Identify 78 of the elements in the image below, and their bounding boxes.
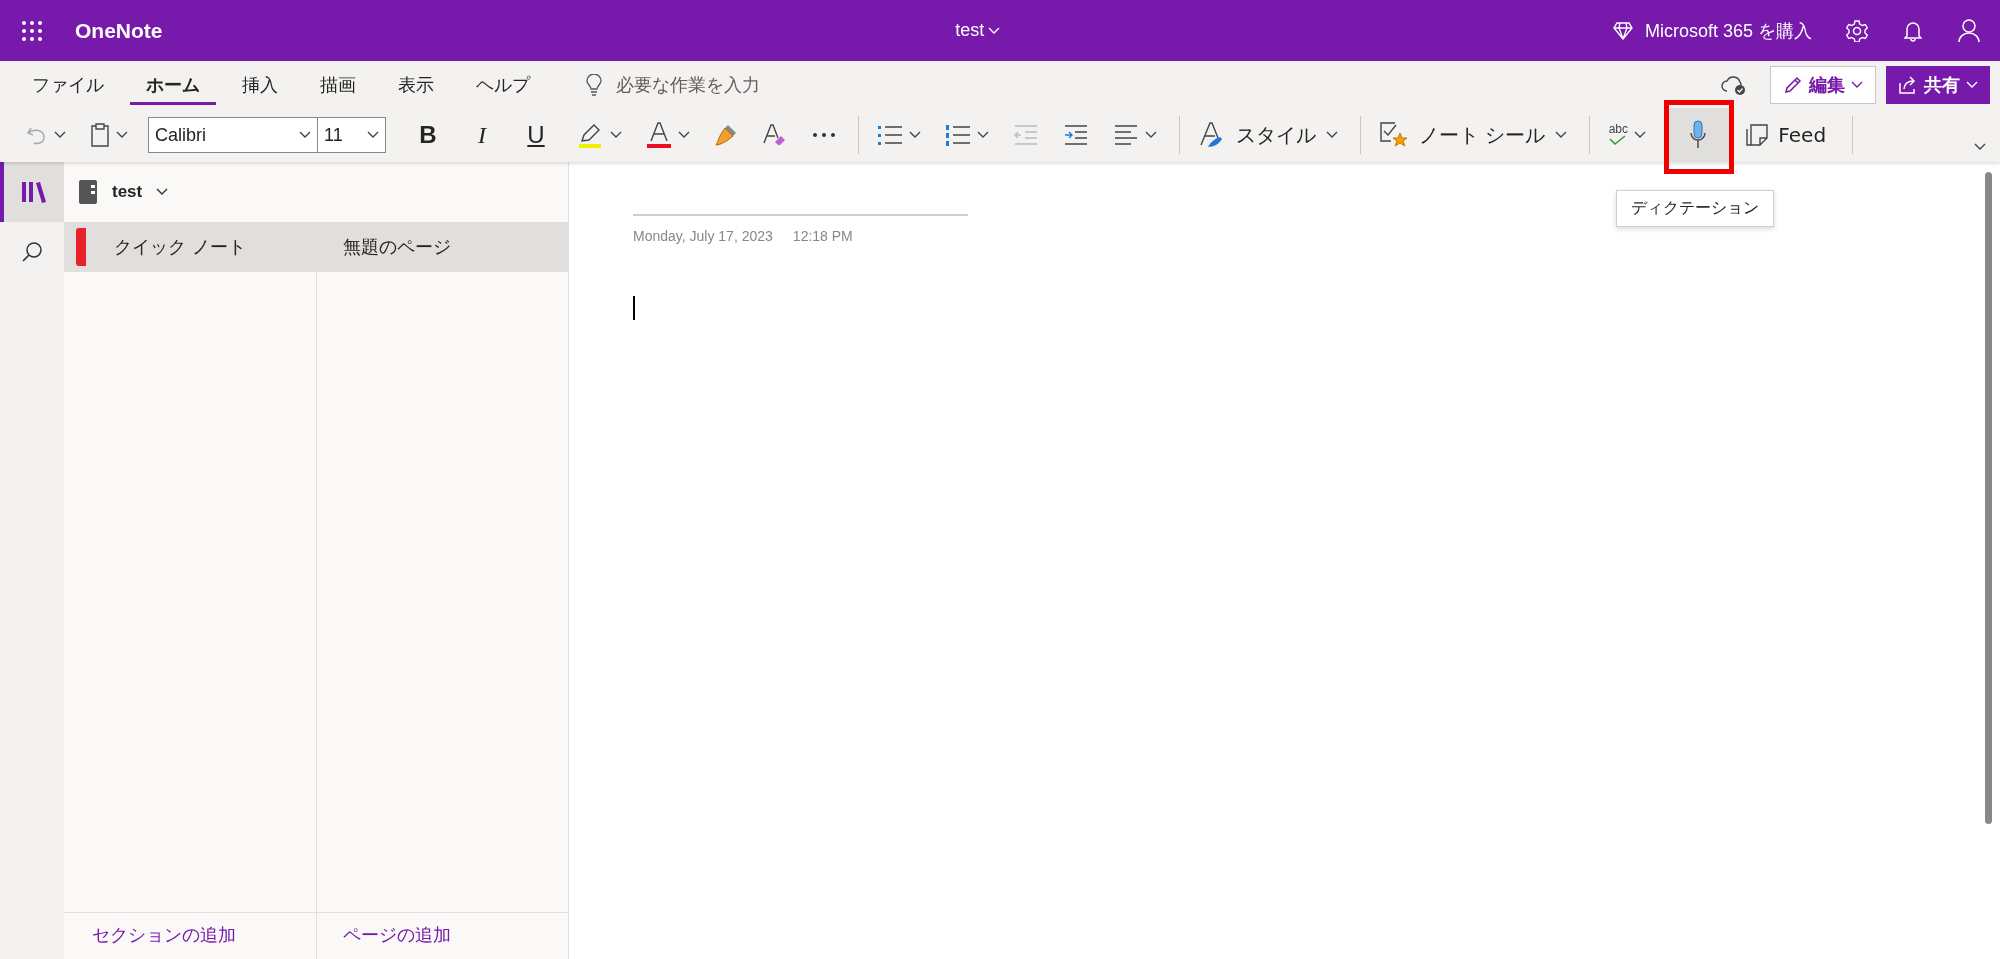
notebook-selector[interactable]: test: [64, 162, 568, 222]
font-color-icon: [646, 121, 672, 149]
italic-button[interactable]: I: [460, 115, 504, 155]
notebook-icon: [78, 179, 98, 205]
books-icon: [21, 181, 47, 203]
ribbon-tab[interactable]: 挿入: [226, 64, 294, 105]
chevron-down-icon: [1851, 80, 1863, 89]
notebook-name: test: [112, 182, 143, 202]
chevron-down-icon: [367, 131, 379, 139]
clipboard-icon: [90, 123, 110, 147]
chevron-down-icon: [299, 131, 311, 139]
indent-icon: [1063, 124, 1089, 146]
chevron-down-icon: [1145, 131, 1157, 139]
add-page-link[interactable]: ページの追加: [342, 924, 451, 945]
bulleted-list-icon: [877, 124, 903, 146]
highlighter-icon: [578, 121, 604, 149]
sticky-note-icon: [1746, 124, 1769, 146]
bold-button[interactable]: B: [406, 115, 450, 155]
chevron-down-icon: [116, 131, 128, 139]
tooltip: ディクテーション: [1616, 190, 1775, 227]
add-section-link[interactable]: セクションの追加: [92, 924, 236, 945]
buy-microsoft-365-button[interactable]: Microsoft 365 を購入: [1612, 18, 1812, 43]
outdent-icon: [1013, 124, 1039, 146]
font-name-field[interactable]: Calibri: [148, 117, 318, 153]
cloud-sync-icon: [1720, 73, 1748, 96]
tell-me-field[interactable]: 必要な作業を入力: [586, 73, 878, 96]
chevron-down-icon: [1326, 131, 1338, 139]
text-cursor: [633, 296, 635, 320]
clear-formatting-icon: [762, 123, 788, 147]
chevron-down-icon: [977, 131, 989, 139]
share-icon: [1898, 74, 1918, 95]
chevron-down-icon: [909, 131, 921, 139]
chevron-down-icon: [1555, 131, 1568, 139]
chevron-down-icon: [156, 188, 169, 196]
section-item[interactable]: クイック ノート: [64, 222, 316, 272]
numbered-list-icon: [945, 124, 971, 146]
paintbrush-icon: [714, 123, 738, 147]
chevron-down-icon: [1974, 143, 1986, 151]
chevron-down-icon: [54, 131, 66, 139]
chevron-down-icon: [678, 131, 690, 139]
dictation-button[interactable]: [1666, 108, 1731, 162]
chevron-down-icon: [1634, 131, 1647, 139]
chevron-down-icon: [988, 26, 1001, 35]
font-size-field[interactable]: 11: [318, 117, 386, 153]
ribbon-tab[interactable]: ファイル: [16, 64, 120, 105]
ellipsis-icon: [812, 132, 836, 138]
lightbulb-icon: [586, 73, 602, 96]
chevron-down-icon: [1966, 80, 1978, 89]
align-left-icon: [1113, 124, 1139, 146]
app-name: OneNote: [75, 18, 163, 43]
scrollbar[interactable]: [1985, 172, 1992, 824]
underline-button[interactable]: U: [514, 115, 558, 155]
checkbox-star-icon: [1379, 121, 1409, 149]
bell-icon[interactable]: [1904, 19, 1922, 42]
ribbon-tab[interactable]: ヘルプ: [460, 64, 546, 105]
share-button[interactable]: 共有: [1886, 65, 1990, 104]
ribbon-tab[interactable]: 表示: [382, 64, 450, 105]
page-date: Monday, July 17, 2023: [633, 228, 773, 244]
ribbon-tab[interactable]: 描画: [304, 64, 372, 105]
page-item[interactable]: 無題のページ: [316, 222, 568, 272]
pencil-icon: [1783, 74, 1803, 95]
diamond-icon: [1612, 21, 1633, 40]
undo-icon: [26, 125, 48, 145]
app-launcher-icon[interactable]: [21, 19, 43, 42]
spelling-button[interactable]: abc: [1598, 115, 1657, 155]
microphone-icon: [1689, 120, 1708, 150]
chevron-down-icon: [610, 131, 622, 139]
edit-button[interactable]: 編集: [1770, 65, 1876, 104]
note-tags-button[interactable]: ノート シール: [1369, 115, 1578, 155]
page-time: 12:18 PM: [792, 228, 853, 244]
feed-button[interactable]: Feed: [1736, 115, 1841, 155]
styles-button[interactable]: スタイル: [1188, 115, 1348, 155]
search-icon: [21, 241, 43, 263]
settings-icon[interactable]: [1846, 19, 1868, 42]
ribbon-tab[interactable]: ホーム: [130, 64, 216, 105]
notebook-title[interactable]: test: [955, 20, 1001, 41]
account-icon[interactable]: [1958, 18, 1980, 43]
notebooks-button[interactable]: [0, 162, 64, 222]
